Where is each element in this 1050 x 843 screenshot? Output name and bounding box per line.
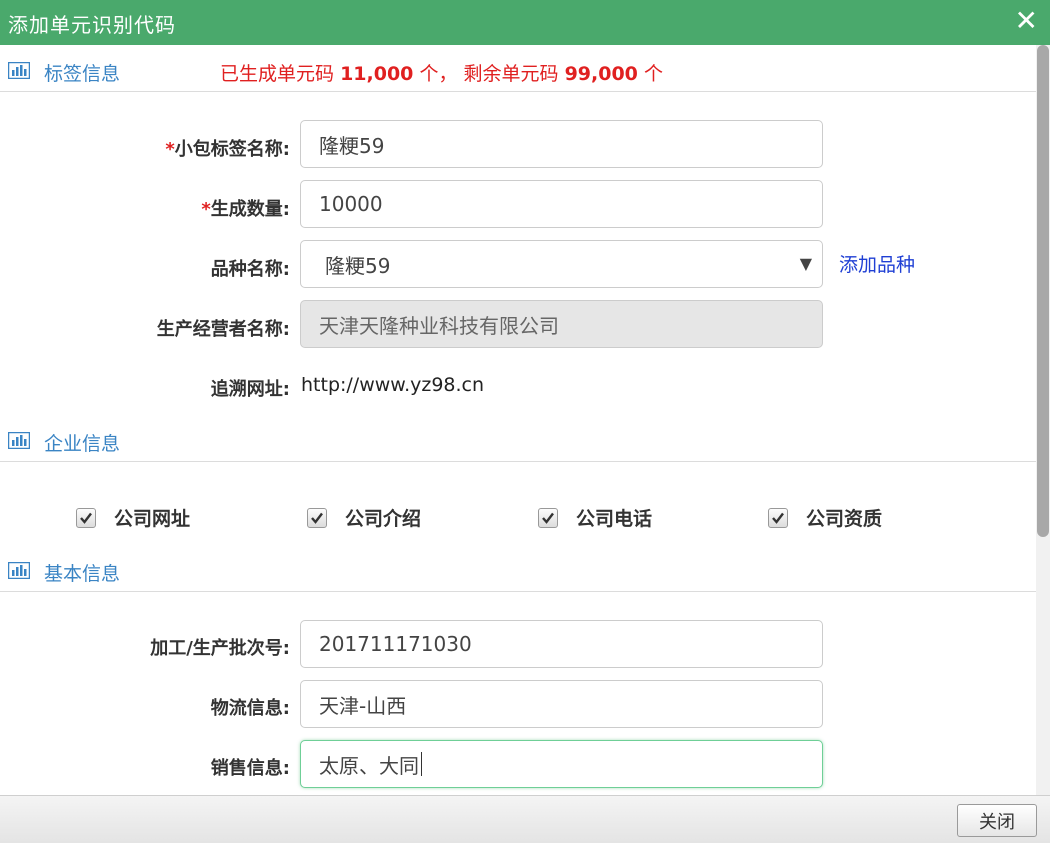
dialog-body[interactable]: 标签信息 已生成单元码 11,000 个， 剩余单元码 99,000 个 *小包… — [0, 45, 1036, 795]
remaining-count: 99,000 — [564, 63, 638, 85]
close-button[interactable]: 关闭 — [957, 804, 1037, 837]
trace-url-value: http://www.yz98.cn — [301, 374, 485, 396]
package-name-input[interactable]: 隆粳59 — [300, 120, 823, 168]
section-basic-info: 基本信息 — [0, 545, 1036, 592]
checkbox-checked-icon[interactable] — [538, 507, 558, 528]
checkbox-label: 公司资质 — [806, 508, 883, 530]
trace-url-label: 追溯网址: — [210, 379, 290, 400]
producer-label: 生产经营者名称: — [156, 319, 290, 340]
sales-label: 销售信息: — [210, 758, 290, 779]
dropdown-arrow-icon: ▼ — [799, 254, 812, 273]
section-company-info: 企业信息 — [0, 415, 1036, 462]
generated-count: 11,000 — [340, 63, 414, 85]
dialog-footer: 关闭 — [0, 795, 1050, 843]
bar-chart-icon — [8, 562, 30, 579]
sales-input[interactable]: 太原、大同 — [300, 740, 823, 788]
batch-input[interactable]: 201711171030 — [300, 620, 823, 668]
logistics-input[interactable]: 天津-山西 — [300, 680, 823, 728]
package-name-label: *小包标签名称: — [165, 139, 290, 160]
variety-label: 品种名称: — [210, 259, 290, 280]
quantity-input[interactable]: 10000 — [300, 180, 823, 228]
checkbox-label: 公司电话 — [576, 508, 653, 530]
dialog-titlebar: 添加单元识别代码 ✕ — [0, 0, 1050, 45]
section-title: 基本信息 — [44, 563, 121, 585]
checkbox-label: 公司介绍 — [345, 508, 422, 530]
checkbox-company-intro[interactable]: 公司介绍 — [307, 504, 421, 531]
section-label-info: 标签信息 已生成单元码 11,000 个， 剩余单元码 99,000 个 — [0, 45, 1036, 92]
section-title: 企业信息 — [44, 433, 121, 455]
code-summary: 已生成单元码 11,000 个， 剩余单元码 99,000 个 — [220, 63, 663, 85]
dialog-title: 添加单元识别代码 — [8, 13, 176, 37]
scrollbar-thumb[interactable] — [1037, 45, 1049, 537]
logistics-label: 物流信息: — [210, 698, 290, 719]
add-variety-link[interactable]: 添加品种 — [839, 250, 915, 277]
bar-chart-icon — [8, 432, 30, 449]
checkbox-label: 公司网址 — [114, 508, 191, 530]
checkbox-checked-icon[interactable] — [307, 507, 327, 528]
text-caret — [421, 752, 422, 776]
bar-chart-icon — [8, 62, 30, 79]
close-icon[interactable]: ✕ — [1015, 4, 1038, 38]
checkbox-checked-icon[interactable] — [768, 507, 788, 528]
section-title: 标签信息 — [44, 63, 121, 85]
dialog: 添加单元识别代码 ✕ 标签信息 已生成单元码 11,000 个， 剩余单元码 9… — [0, 0, 1050, 843]
variety-select[interactable]: 隆粳59 ▼ — [300, 240, 823, 288]
batch-label: 加工/生产批次号: — [150, 638, 290, 659]
vertical-scrollbar[interactable] — [1036, 45, 1050, 795]
checkbox-company-website[interactable]: 公司网址 — [76, 504, 190, 531]
producer-input: 天津天隆种业科技有限公司 — [300, 300, 823, 348]
checkbox-checked-icon[interactable] — [76, 507, 96, 528]
checkbox-company-phone[interactable]: 公司电话 — [538, 504, 652, 531]
checkbox-company-qualification[interactable]: 公司资质 — [768, 504, 882, 531]
quantity-label: *生成数量: — [201, 199, 290, 220]
